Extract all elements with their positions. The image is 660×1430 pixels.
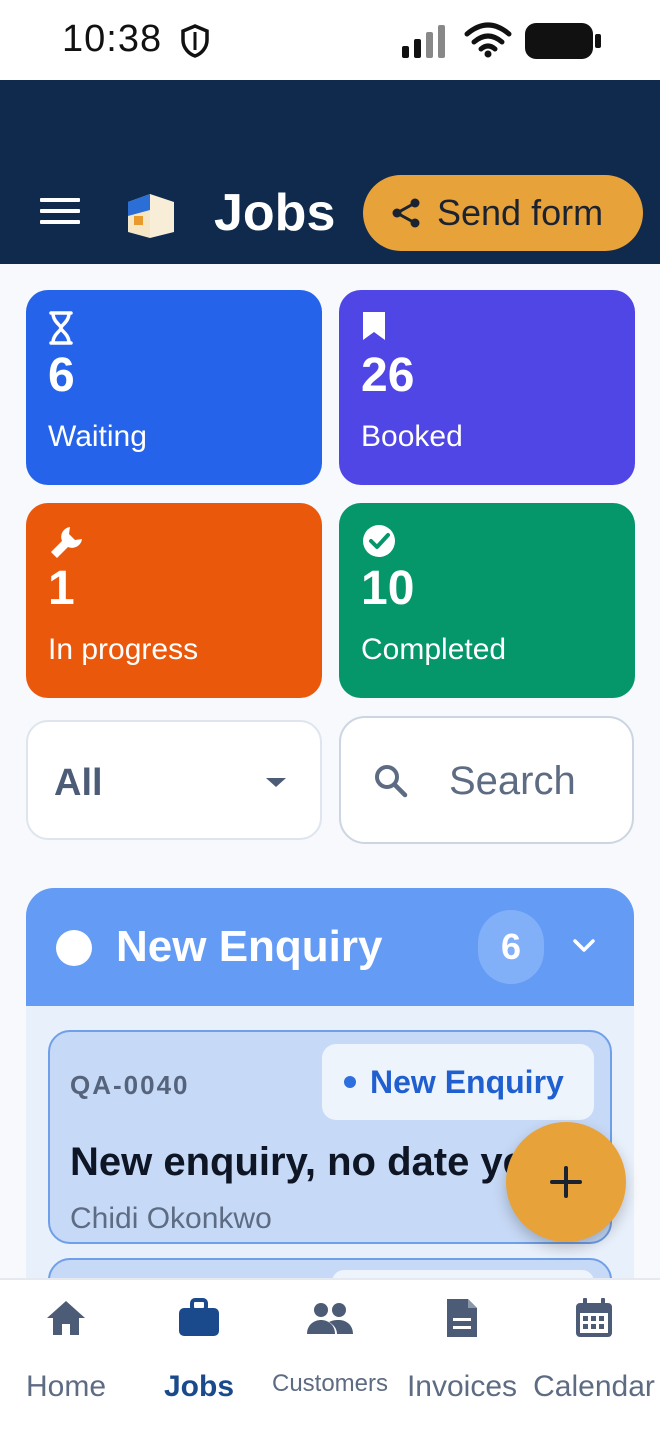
app-logo (128, 194, 174, 238)
share-icon (392, 198, 420, 228)
stat-count: 26 (361, 349, 415, 402)
briefcase-icon (179, 1298, 219, 1336)
chevron-down-icon (573, 939, 595, 952)
add-job-button[interactable] (506, 1122, 626, 1242)
nav-label: Calendar (533, 1370, 655, 1403)
send-form-button[interactable]: Send form (363, 175, 643, 251)
stat-count: 10 (361, 562, 415, 615)
search-box (339, 716, 634, 844)
stat-card-booked[interactable]: 26 Booked (339, 290, 635, 485)
app-header: Jobs Send form (0, 80, 660, 264)
people-icon (307, 1303, 353, 1334)
stat-label: In progress (48, 633, 199, 666)
search-icon (375, 765, 408, 798)
group-count-badge: 6 (478, 910, 544, 984)
status-dot-icon (56, 930, 92, 966)
job-title: New enquiry, no date yet (70, 1140, 539, 1184)
document-icon (447, 1299, 477, 1337)
status-badge: New Enquiry (322, 1044, 594, 1120)
stat-card-completed[interactable]: 10 Completed (339, 503, 635, 698)
nav-item-jobs[interactable]: Jobs (158, 1280, 240, 1430)
nav-item-customers[interactable]: Customers (266, 1280, 394, 1430)
stat-card-in-progress[interactable]: 1 In progress (26, 503, 322, 698)
home-icon (47, 1301, 85, 1335)
bottom-navigation: Home Jobs Customers Invoices Calendar (0, 1278, 660, 1430)
status-bar: 10:38 (0, 0, 660, 80)
nav-label: Jobs (163, 1370, 235, 1403)
battery-icon (525, 23, 601, 59)
nav-label: Invoices (406, 1370, 518, 1403)
status-time: 10:38 (62, 18, 163, 60)
stat-label: Booked (361, 420, 463, 453)
caret-down-icon (266, 778, 286, 787)
stat-count: 6 (48, 349, 75, 402)
stat-card-waiting[interactable]: 6 Waiting (26, 290, 322, 485)
search-input[interactable] (449, 756, 619, 806)
signal-icon (402, 25, 445, 58)
job-customer-name: Chidi Okonkwo (70, 1202, 272, 1235)
group-title: New Enquiry (116, 922, 383, 971)
status-filter-select[interactable]: All (26, 720, 322, 840)
status-badge-label: New Enquiry (370, 1063, 564, 1100)
send-form-label: Send form (437, 192, 604, 233)
page-title: Jobs (214, 184, 336, 242)
wrench-icon (51, 527, 82, 558)
status-dot-icon (344, 1076, 356, 1088)
stat-label: Waiting (48, 420, 147, 453)
stat-label: Completed (361, 633, 507, 666)
check-circle-icon (363, 525, 395, 557)
hourglass-icon (49, 311, 73, 345)
menu-icon[interactable] (40, 198, 80, 228)
nav-label: Customers (271, 1370, 389, 1397)
plus-icon (550, 1166, 582, 1198)
nav-item-home[interactable]: Home (20, 1280, 112, 1430)
wifi-icon (464, 22, 512, 58)
bookmark-icon (363, 312, 385, 340)
stat-count: 1 (48, 562, 75, 615)
nav-item-invoices[interactable]: Invoices (400, 1280, 524, 1430)
job-reference: QA-0040 (70, 1070, 190, 1100)
calendar-icon (576, 1298, 612, 1337)
nav-item-calendar[interactable]: Calendar (533, 1280, 655, 1430)
nav-label: Home (25, 1370, 107, 1403)
filter-selected-value: All (54, 762, 103, 804)
shield-icon (181, 24, 209, 58)
group-header[interactable]: New Enquiry 6 (26, 888, 634, 1006)
